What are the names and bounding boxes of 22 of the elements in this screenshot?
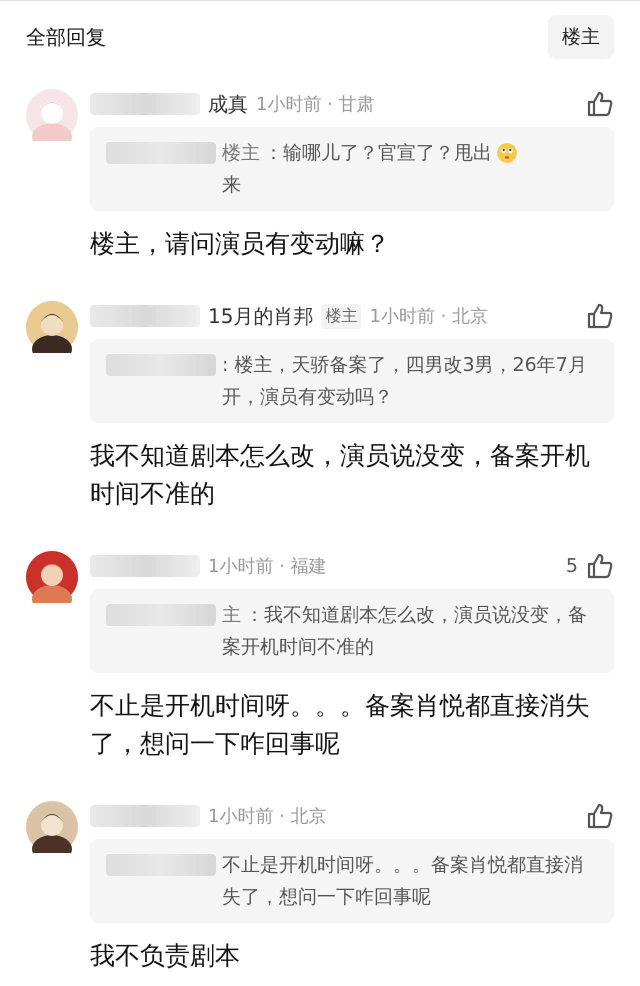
quoted-text: 不止是开机时间呀。。。备案肖悦都直接消失了，想问一下咋回事呢 xyxy=(222,853,584,910)
quoted-text: 楼主 ：输哪儿了？官宣了？甩出来 xyxy=(222,141,493,198)
comment-text: 我不知道剧本怎么改，演员说没变，备案开机时间不准的 xyxy=(90,440,591,510)
comment-meta: 1小时前 · 甘肃 xyxy=(256,93,375,116)
comment-meta: 1小时前 · 福建 xyxy=(208,555,327,578)
quoted-text: : 楼主，天骄备案了，四男改3男，26年7月开，演员有变动吗？ xyxy=(222,353,588,410)
comment-text: 楼主，请问演员有变动嘛？ xyxy=(90,228,391,260)
like-count: 5 xyxy=(566,555,578,577)
comment-meta: 1小时前 · 北京 xyxy=(208,805,327,828)
op-filter-button[interactable]: 楼主 xyxy=(548,15,614,59)
thumbs-up-icon[interactable] xyxy=(586,552,614,580)
quoted-text: 主 ：我不知道剧本怎么改，演员说没变，备案开机时间不准的 xyxy=(222,603,588,660)
user-name[interactable]: 成真 xyxy=(208,90,248,118)
section-title: 全部回复 xyxy=(26,24,106,50)
thumbs-up-icon[interactable] xyxy=(586,90,614,118)
comment-text: 不止是开机时间呀。。。备案肖悦都直接消失了，想问一下咋回事呢 xyxy=(90,690,591,760)
thumbs-up-icon[interactable] xyxy=(586,302,614,330)
comment-text: 我不负责剧本 xyxy=(90,940,241,972)
op-badge: 楼主 xyxy=(321,304,362,328)
thumbs-up-icon[interactable] xyxy=(586,802,614,830)
user-name[interactable]: 15月的肖邦 xyxy=(208,302,314,330)
comment-meta: 1小时前 · 北京 xyxy=(369,305,488,328)
